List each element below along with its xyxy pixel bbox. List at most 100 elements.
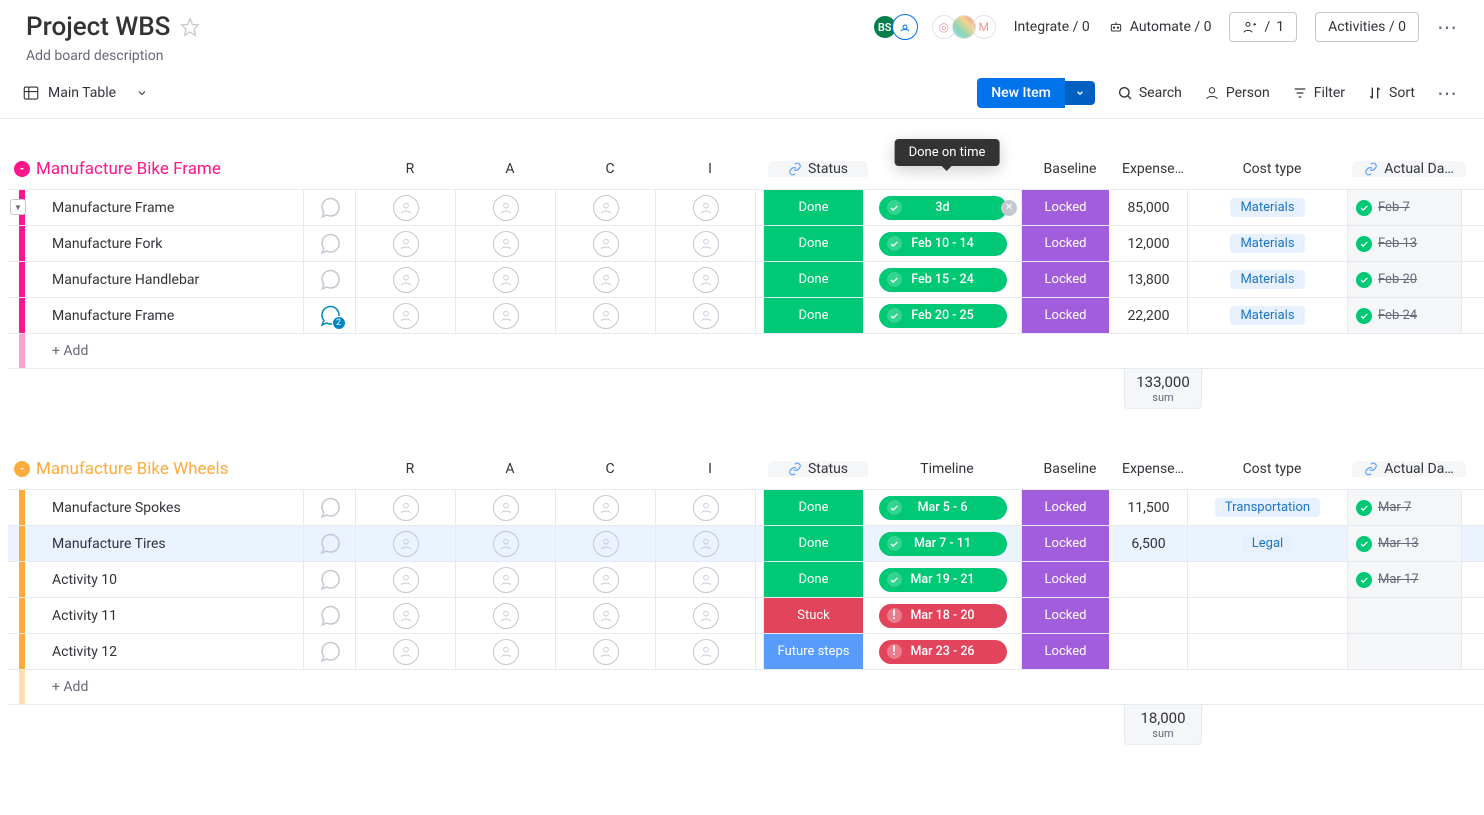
conversation-button[interactable] <box>304 490 356 525</box>
col-header-r[interactable]: R <box>360 461 460 477</box>
actual-date-cell[interactable]: Feb 7 <box>1348 190 1462 225</box>
item-name[interactable]: Manufacture Tires <box>36 526 304 561</box>
status-cell[interactable]: Done <box>764 298 864 333</box>
col-header-r[interactable]: R <box>360 161 460 177</box>
status-cell[interactable]: Done <box>764 262 864 297</box>
add-item-row[interactable]: + Add <box>8 669 1484 705</box>
actual-date-cell[interactable]: Mar 17 <box>1348 562 1462 597</box>
col-header-expense[interactable]: Expense… <box>1114 461 1192 477</box>
actual-date-cell[interactable]: Mar 13 <box>1348 526 1462 561</box>
person-cell[interactable] <box>456 598 556 633</box>
person-cell[interactable] <box>456 634 556 669</box>
status-cell[interactable]: Done <box>764 526 864 561</box>
favorite-star-icon[interactable] <box>180 17 200 37</box>
group-name[interactable]: Manufacture Bike Frame <box>36 159 360 179</box>
timeline-cell[interactable]: Mar 7 - 11 <box>864 526 1022 561</box>
avatar-group[interactable]: BS <box>878 14 918 40</box>
view-selector[interactable]: Main Table <box>22 80 148 106</box>
actual-date-cell[interactable]: Feb 13 <box>1348 226 1462 261</box>
conversation-button[interactable] <box>304 562 356 597</box>
col-header-actual[interactable]: Actual Da… <box>1352 161 1466 177</box>
new-item-dropdown[interactable] <box>1065 81 1095 105</box>
item-name[interactable]: Manufacture Spokes <box>36 490 304 525</box>
conversation-button[interactable]: 2 <box>304 298 356 333</box>
item-name[interactable]: Manufacture Frame <box>36 190 304 225</box>
actual-date-cell[interactable]: Mar 7 <box>1348 490 1462 525</box>
board-title[interactable]: Project WBS <box>26 12 170 42</box>
col-header-timeline[interactable]: Timeline <box>868 461 1026 477</box>
person-cell[interactable] <box>656 634 756 669</box>
filter-action[interactable]: Filter <box>1292 85 1345 101</box>
timeline-cell[interactable]: Feb 20 - 25 <box>864 298 1022 333</box>
conversation-button[interactable] <box>304 634 356 669</box>
timeline-cell[interactable]: !Mar 18 - 20 <box>864 598 1022 633</box>
timeline-cell[interactable]: Mar 19 - 21 <box>864 562 1022 597</box>
automate-link[interactable]: Automate / 0 <box>1108 19 1212 35</box>
person-cell[interactable] <box>356 226 456 261</box>
integrate-link[interactable]: Integrate / 0 <box>1014 19 1090 35</box>
col-header-i[interactable]: I <box>660 461 760 477</box>
person-cell[interactable] <box>356 598 456 633</box>
status-cell[interactable]: Done <box>764 490 864 525</box>
col-header-i[interactable]: I <box>660 161 760 177</box>
col-header-actual[interactable]: Actual Da… <box>1352 461 1466 477</box>
timeline-cell[interactable]: Feb 10 - 14 <box>864 226 1022 261</box>
col-header-expense[interactable]: Expense… <box>1114 161 1192 177</box>
expense-cell[interactable] <box>1110 634 1188 669</box>
col-header-costtype[interactable]: Cost type <box>1192 461 1352 477</box>
clear-timeline-icon[interactable]: ✕ <box>1001 200 1017 216</box>
actual-date-cell[interactable] <box>1348 598 1462 633</box>
col-header-a[interactable]: A <box>460 161 560 177</box>
person-cell[interactable] <box>656 190 756 225</box>
actual-date-cell[interactable] <box>1348 634 1462 669</box>
person-cell[interactable] <box>656 262 756 297</box>
person-cell[interactable] <box>656 526 756 561</box>
search-action[interactable]: Search <box>1117 85 1182 101</box>
person-cell[interactable] <box>556 262 656 297</box>
person-cell[interactable] <box>456 262 556 297</box>
expense-cell[interactable]: 11,500 <box>1110 490 1188 525</box>
timeline-cell[interactable]: Feb 15 - 24 <box>864 262 1022 297</box>
col-header-c[interactable]: C <box>560 161 660 177</box>
group-collapse-icon[interactable] <box>14 161 30 177</box>
costtype-cell[interactable]: Materials <box>1188 298 1348 333</box>
costtype-cell[interactable]: Transportation <box>1188 490 1348 525</box>
person-cell[interactable] <box>656 298 756 333</box>
item-name[interactable]: Activity 11 <box>36 598 304 633</box>
add-item-row[interactable]: + Add <box>8 333 1484 369</box>
baseline-cell[interactable]: Locked <box>1022 298 1110 333</box>
person-cell[interactable] <box>356 490 456 525</box>
person-cell[interactable] <box>556 526 656 561</box>
conversation-button[interactable] <box>304 598 356 633</box>
new-item-button[interactable]: New Item <box>977 78 1095 108</box>
baseline-cell[interactable]: Locked <box>1022 226 1110 261</box>
person-cell[interactable] <box>456 490 556 525</box>
more-menu-icon[interactable]: ⋯ <box>1437 15 1458 39</box>
person-filter[interactable]: Person <box>1204 85 1270 101</box>
conversation-button[interactable] <box>304 262 356 297</box>
baseline-cell[interactable]: Locked <box>1022 562 1110 597</box>
person-cell[interactable] <box>656 598 756 633</box>
conversation-button[interactable] <box>304 190 356 225</box>
board-description[interactable]: Add board description <box>26 48 200 64</box>
person-cell[interactable] <box>556 226 656 261</box>
baseline-cell[interactable]: Locked <box>1022 634 1110 669</box>
person-cell[interactable] <box>456 526 556 561</box>
item-name[interactable]: Manufacture Handlebar <box>36 262 304 297</box>
person-cell[interactable] <box>356 190 456 225</box>
baseline-cell[interactable]: Locked <box>1022 190 1110 225</box>
col-header-baseline[interactable]: Baseline <box>1026 161 1114 177</box>
person-cell[interactable] <box>356 298 456 333</box>
person-cell[interactable] <box>456 226 556 261</box>
status-cell[interactable]: Future steps <box>764 634 864 669</box>
baseline-cell[interactable]: Locked <box>1022 526 1110 561</box>
col-header-baseline[interactable]: Baseline <box>1026 461 1114 477</box>
person-cell[interactable] <box>556 562 656 597</box>
item-name[interactable]: Activity 12 <box>36 634 304 669</box>
person-cell[interactable] <box>656 490 756 525</box>
expand-subitems-icon[interactable]: ▼ <box>10 199 26 215</box>
expense-cell[interactable]: 6,500 <box>1110 526 1188 561</box>
person-cell[interactable] <box>556 634 656 669</box>
expense-cell[interactable]: 85,000 <box>1110 190 1188 225</box>
costtype-cell[interactable]: Legal <box>1188 526 1348 561</box>
